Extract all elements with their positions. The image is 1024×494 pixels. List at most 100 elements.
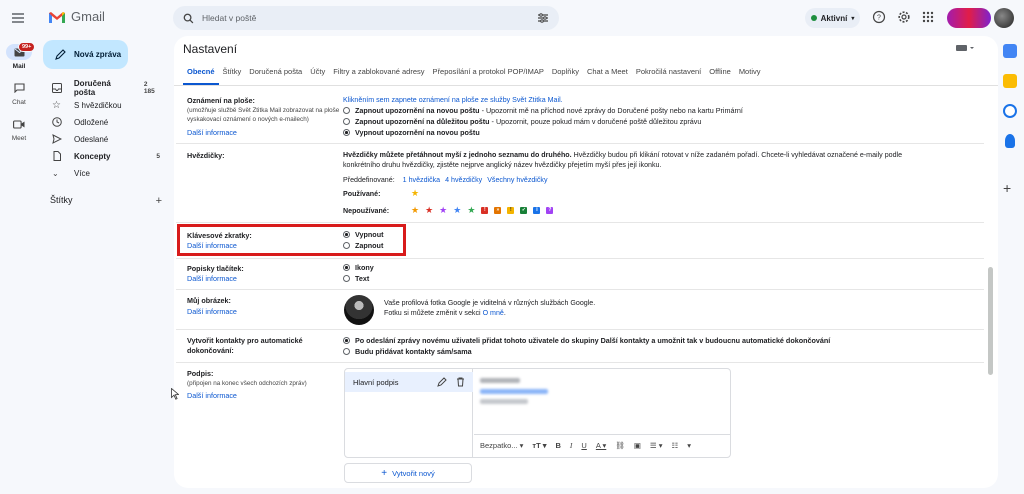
sidebar-item-4[interactable]: Koncepty 5 [40,148,164,164]
red-bang-icon[interactable]: ! [481,207,489,214]
link-icon[interactable]: ⛓ [615,441,625,450]
preset-all-stars[interactable]: Všechny hvězdičky [487,175,547,185]
rail-meet[interactable]: Meet [4,116,34,142]
create-signature-button[interactable]: + Vytvořit nový [344,463,472,483]
tab-3[interactable]: Účty [306,67,329,85]
about-me-link[interactable]: O mně [483,309,504,317]
yellow-star-icon[interactable]: ★ [411,189,419,198]
purple-question-icon[interactable]: ? [546,207,554,214]
settings-button[interactable] [897,10,913,26]
search-icon[interactable] [183,13,194,24]
gmail-logo[interactable]: Gmail [48,9,105,24]
status-selector[interactable]: Aktivní ▾ [805,8,860,28]
account-banner[interactable] [947,8,991,28]
search-options-icon[interactable] [537,12,549,24]
edit-icon[interactable] [437,377,447,387]
search-input[interactable]: Hledat v poště [202,13,529,23]
blue-star-icon[interactable]: ★ [453,206,461,215]
preset-1-star[interactable]: 1 hvězdička [403,175,440,185]
tab-5[interactable]: Přeposílání a protokol POP/IMAP [429,67,548,85]
tab-2[interactable]: Doručená pošta [245,67,306,85]
keep-icon[interactable] [1003,74,1017,88]
more-options-icon[interactable]: ▾ [687,441,691,450]
image-icon[interactable]: ▣ [634,441,641,450]
stars-desc-1: Hvězdičky budou při klikání rotovat v ní… [571,151,903,159]
radio-auto-add-contacts[interactable] [343,337,350,344]
tab-6[interactable]: Doplňky [548,67,583,85]
signature-item[interactable]: Hlavní podpis [345,372,473,392]
tab-7[interactable]: Chat a Meet [583,67,632,85]
radio-new-mail[interactable] [343,107,350,114]
tab-4[interactable]: Filtry a zablokované adresy [329,67,428,85]
orange-guillemet-icon[interactable]: » [494,207,502,214]
tasks-icon[interactable] [1003,104,1017,118]
orange-star-icon[interactable]: ★ [411,206,419,215]
sidebar-item-0[interactable]: Doručená pošta 2 185 [40,79,164,97]
auto-contacts-label-1: Vytvořit kontakty pro automatické [187,336,303,345]
yellow-bang-icon[interactable]: ! [507,207,515,214]
text-color-icon[interactable]: A ▾ [596,441,606,450]
calendar-icon[interactable] [1003,44,1017,58]
tab-10[interactable]: Motivy [735,67,765,85]
purple-star-icon[interactable]: ★ [439,206,447,215]
radio-text[interactable] [343,275,350,282]
compose-button[interactable]: Nová zpráva [43,40,128,69]
trash-icon[interactable] [456,377,465,387]
sidebar-item-1[interactable]: ☆ S hvězdičkou [40,97,164,113]
option-manual-contacts[interactable]: Budu přidávat kontakty sám/sama [343,347,472,356]
tab-8[interactable]: Pokročilá nastavení [632,67,705,85]
option-icons[interactable]: Ikony [343,263,374,272]
search-bar[interactable]: Hledat v poště [173,6,559,30]
sidebar-item-2[interactable]: Odložené [40,114,164,130]
tabs-divider [174,85,998,86]
radio-manual-contacts[interactable] [343,348,350,355]
option-auto-add-contacts[interactable]: Po odeslání zprávy novému uživateli přid… [343,336,830,345]
radio-notifications-off[interactable] [343,129,350,136]
input-tools-button[interactable] [956,44,976,52]
apps-button[interactable] [921,10,937,26]
enable-desktop-notifications-link[interactable]: Klikněním sem zapnete oznámení na ploše … [343,96,563,104]
signature-more-link[interactable]: Další informace [187,391,237,400]
green-check-icon[interactable]: ✓ [520,207,528,214]
add-label-button[interactable]: + [156,195,162,207]
sidebar-item-3[interactable]: Odeslané [40,131,164,147]
list-icon[interactable]: ☷ [671,441,678,450]
sidebar-item-5[interactable]: ⌄ Více [40,165,164,181]
auto-contacts-label-2: dokončování: [187,346,234,355]
tab-0[interactable]: Obecné [183,67,219,85]
stars-label: Hvězdičky: [187,151,225,160]
option-new-mail-notifications[interactable]: Zapnout upozornění na novou poštu - Upoz… [343,106,743,115]
bold-icon[interactable]: B [556,441,561,450]
signature-text-area[interactable] [480,372,600,412]
tab-1[interactable]: Štítky [219,67,246,85]
option-title: Zapnout upozornění na novou poštu [355,106,480,115]
option-important-mail-notifications[interactable]: Zapnout upozornění na důležitou poštu - … [343,117,701,126]
my-picture-more-link[interactable]: Další informace [187,307,237,316]
align-icon[interactable]: ☰ ▾ [650,441,663,450]
add-addon-icon[interactable]: + [1003,180,1011,196]
option-text[interactable]: Text [343,274,369,283]
preset-4-stars[interactable]: 4 hvězdičky [445,175,482,185]
radio-icons[interactable] [343,264,350,271]
blue-info-icon[interactable]: i [533,207,541,214]
page-title: Nastavení [183,42,238,56]
underline-icon[interactable]: U [581,441,586,450]
rail-mail-label: Mail [12,63,26,70]
desktop-notifications-more-link[interactable]: Další informace [187,128,237,137]
contacts-icon[interactable] [1005,134,1015,148]
button-labels-more-link[interactable]: Další informace [187,274,237,283]
scrollbar-thumb[interactable] [988,267,993,375]
text-size-icon[interactable]: тT ▾ [532,441,546,450]
rail-chat[interactable]: Chat [4,80,34,106]
account-avatar[interactable] [994,8,1014,28]
tab-9[interactable]: Offline [705,67,735,85]
help-button[interactable]: ? [872,10,888,26]
red-star-icon[interactable]: ★ [425,206,433,215]
radio-important-mail[interactable] [343,118,350,125]
green-star-icon[interactable]: ★ [467,206,475,215]
option-notifications-off[interactable]: Vypnout upozornění na novou poštu [343,128,480,137]
italic-icon[interactable]: I [570,441,573,450]
chevron-down-icon: ⌄ [52,168,59,178]
font-select[interactable]: Bezpatko... ▾ [480,441,523,450]
main-menu-button[interactable] [10,10,26,26]
